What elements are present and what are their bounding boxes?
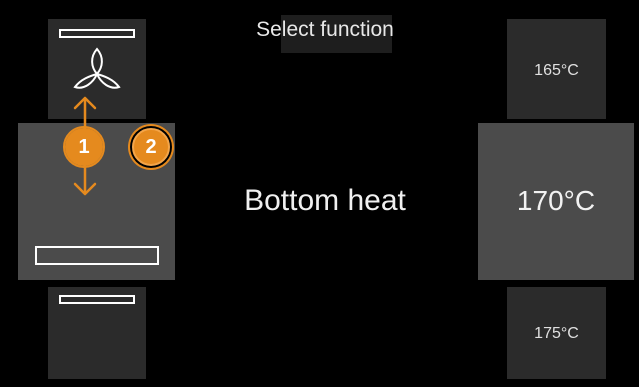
callout-badge-1: 1 [63,126,105,168]
up-down-arrow-icon [73,96,97,196]
callout-badge-2: 2 [132,128,170,166]
